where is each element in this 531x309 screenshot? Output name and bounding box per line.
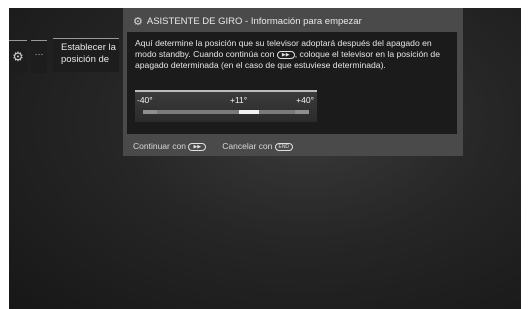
slider-track-left-end bbox=[143, 110, 157, 114]
turn-assistant-dialog: ⚙ ASISTENTE DE GIRO - Información para e… bbox=[123, 8, 463, 156]
gears-icon: ⚙ bbox=[133, 16, 143, 28]
position-slider[interactable]: -40° +11° +40° bbox=[135, 90, 317, 122]
continue-button-icon: ▶▶ bbox=[188, 142, 207, 151]
dialog-footer: Continuar con ▶▶ Cancelar con END bbox=[133, 141, 293, 151]
slider-max-label: +40° bbox=[296, 95, 314, 105]
dialog-body: Aquí determine la posición que su televi… bbox=[127, 32, 457, 134]
slider-track[interactable] bbox=[143, 110, 309, 114]
dots-icon: ··· bbox=[34, 49, 44, 59]
continue-label: Continuar con bbox=[133, 141, 186, 151]
slider-track-right-end bbox=[295, 110, 309, 114]
menu-item-label-line1: Establecer la bbox=[61, 42, 116, 53]
end-button-icon: END bbox=[274, 142, 293, 151]
dialog-description: Aquí determine la posición que su televi… bbox=[135, 38, 453, 71]
slider-current-label: +11° bbox=[230, 95, 248, 105]
dialog-title: ASISTENTE DE GIRO - Información para emp… bbox=[146, 16, 362, 27]
menu-item-set-position[interactable]: Establecer la posición de bbox=[53, 38, 119, 72]
slider-panel: -40° +11° +40° bbox=[135, 90, 317, 122]
slider-knob[interactable] bbox=[239, 110, 259, 114]
tv-screen: ⚙ ··· Establecer la posición de ⚙ ASISTE… bbox=[9, 8, 521, 309]
more-menu-item[interactable]: ··· bbox=[31, 40, 47, 73]
dialog-title-bar: ⚙ ASISTENTE DE GIRO - Información para e… bbox=[133, 15, 362, 28]
cancel-label: Cancelar con bbox=[222, 141, 273, 151]
continue-hint[interactable]: Continuar con ▶▶ bbox=[133, 141, 207, 151]
gear-icon[interactable]: ⚙ bbox=[9, 40, 27, 73]
cancel-hint[interactable]: Cancelar con END bbox=[222, 141, 293, 151]
menu-item-label-line2: posición de bbox=[61, 54, 110, 65]
slider-min-label: -40° bbox=[137, 95, 153, 105]
gear-icon-glyph: ⚙ bbox=[12, 49, 24, 64]
play-button-icon: ▶▶ bbox=[276, 50, 295, 59]
